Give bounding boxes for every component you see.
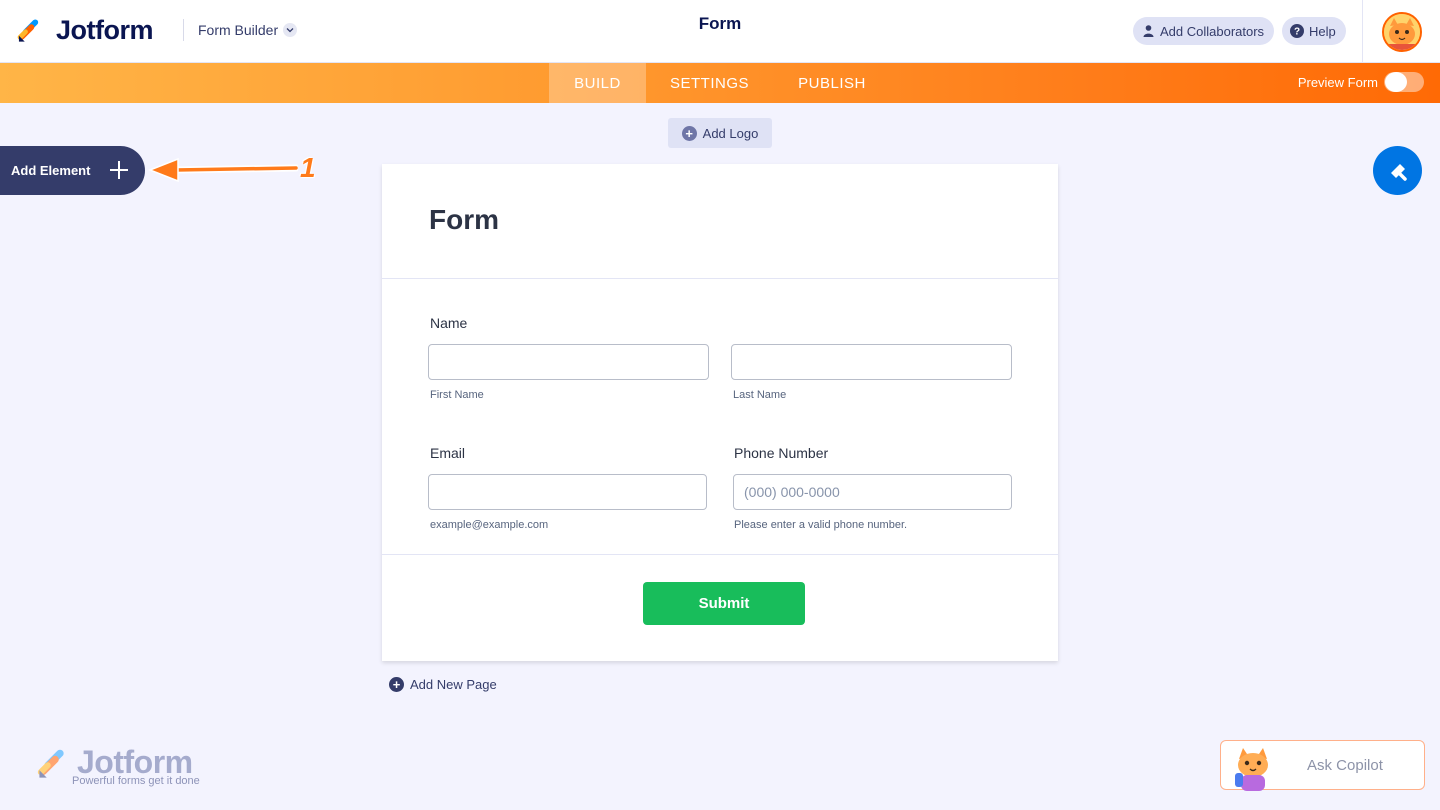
last-name-input[interactable] [731, 344, 1012, 380]
phone-input[interactable]: (000) 000-0000 [733, 474, 1012, 510]
add-element-button[interactable]: Add Element [0, 146, 145, 195]
add-collaborators-label: Add Collaborators [1160, 23, 1265, 39]
tab-publish[interactable]: PUBLISH [790, 63, 874, 103]
tab-build[interactable]: BUILD [549, 63, 646, 103]
preview-form-control: Preview Form [1298, 72, 1424, 92]
add-new-page-label: Add New Page [410, 677, 497, 692]
submit-divider [382, 554, 1058, 555]
header-divider-right [1362, 0, 1363, 63]
paint-roller-icon [1390, 163, 1407, 181]
preview-form-toggle[interactable] [1384, 72, 1424, 92]
email-sublabel: example@example.com [430, 519, 549, 531]
first-name-input[interactable] [428, 344, 709, 380]
add-element-label: Add Element [11, 163, 91, 178]
form-designer-button[interactable] [1373, 146, 1422, 195]
ask-copilot-button[interactable]: Ask Copilot [1220, 740, 1425, 791]
phone-placeholder: (000) 000-0000 [744, 484, 840, 500]
heading-divider [382, 278, 1058, 279]
tab-settings[interactable]: SETTINGS [662, 63, 757, 103]
add-new-page-button[interactable]: + Add New Page [389, 677, 497, 692]
add-logo-button[interactable]: + Add Logo [668, 118, 772, 148]
help-button[interactable]: ? Help [1282, 17, 1346, 45]
submit-button[interactable]: Submit [643, 582, 805, 625]
name-label: Name [430, 315, 468, 331]
copilot-cat-icon [1235, 748, 1268, 791]
user-icon [1141, 24, 1155, 38]
jotform-logo-icon [37, 749, 64, 778]
preview-form-label: Preview Form [1297, 74, 1378, 90]
plus-circle-icon: + [681, 125, 697, 141]
add-collaborators-button[interactable]: Add Collaborators [1133, 17, 1275, 45]
plus-circle-icon: + [389, 677, 404, 692]
svg-text:?: ? [1294, 27, 1300, 38]
footer-tagline: Powerful forms get it done [72, 775, 200, 787]
footer-jotform-logo: Jotform Powerful forms get it done [37, 744, 217, 790]
phone-label: Phone Number [734, 445, 829, 461]
ask-copilot-label: Ask Copilot [1307, 757, 1383, 774]
cat-avatar-icon [1384, 14, 1420, 50]
help-icon: ? [1290, 24, 1304, 38]
plus-icon [110, 161, 128, 179]
help-label: Help [1309, 23, 1336, 39]
add-logo-label: Add Logo [702, 125, 759, 141]
builder-nav-bar: BUILD SETTINGS PUBLISH Preview Form [0, 63, 1440, 103]
annotation-number: 1 [300, 152, 316, 183]
avatar[interactable] [1382, 12, 1422, 52]
form-heading[interactable]: Form [429, 204, 499, 236]
first-name-sublabel: First Name [430, 389, 484, 401]
phone-sublabel: Please enter a valid phone number. [734, 519, 908, 531]
email-label: Email [430, 445, 466, 461]
annotation-arrow-icon [148, 157, 298, 183]
form-card: Form Name First Name Last Name Email Pho… [382, 164, 1058, 661]
email-input[interactable] [428, 474, 707, 510]
top-header: Jotform Form Builder Form Add Collaborat… [0, 0, 1440, 63]
last-name-sublabel: Last Name [733, 389, 787, 401]
